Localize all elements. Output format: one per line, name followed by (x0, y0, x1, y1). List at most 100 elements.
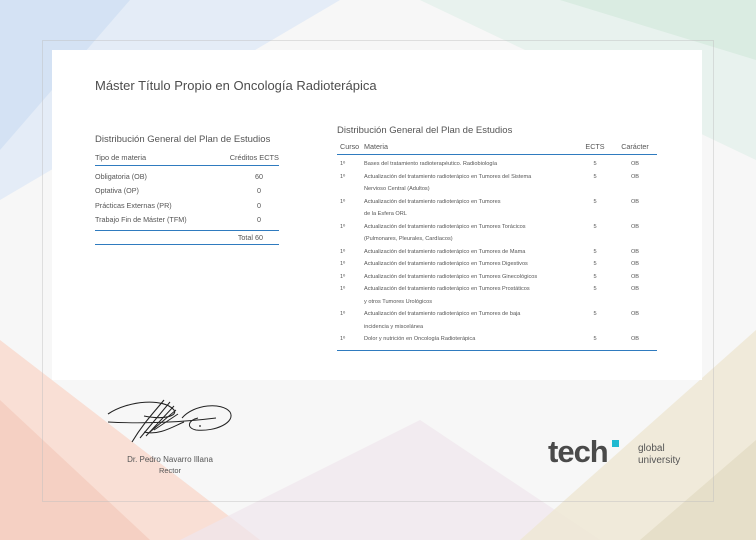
table-row: Prácticas Externas (PR) 0 (95, 198, 279, 213)
table-row: 1º Actualización del tratamiento radioter… (337, 308, 657, 333)
table-row: 1º Dolor y nutrición en Oncología Radiote… (337, 333, 657, 346)
table-row: 1º Bases del tratamiento radioterapéutico… (337, 158, 657, 171)
row-subject: Actualización del tratamiento radioteráp… (364, 171, 577, 196)
subject-line: Bases del tratamiento radioterapéutico. … (364, 161, 498, 167)
subject-line: Actualización del tratamiento radioteráp… (364, 311, 521, 317)
row-type: OB (630, 311, 640, 317)
row-type: OB (630, 248, 640, 255)
table-row: 1º Actualización del tratamiento radioter… (337, 171, 657, 196)
row-subject: Actualización del tratamiento radioteráp… (364, 196, 577, 221)
table-row: 1º Actualización del tratamiento radioter… (337, 246, 657, 259)
row-type: Optativa (OP) (95, 186, 139, 196)
row-ects: 5 (593, 248, 597, 255)
signatory-role: Rector (158, 466, 182, 475)
row-ects: 5 (593, 336, 597, 342)
row-subject: Actualización del tratamiento radioteráp… (364, 258, 577, 271)
row-credits: 0 (257, 186, 261, 196)
signatory-name: Dr. Pedro Navarro Illana (127, 455, 213, 464)
detail-table: Distribución General del Plan de Estudio… (337, 125, 657, 351)
logo-accent-mark (612, 440, 619, 447)
row-ects: 5 (593, 198, 597, 205)
row-subject: Bases del tratamiento radioterapéutico. … (364, 158, 577, 171)
subject-line: (Pulmonares, Pleurales, Cardíacos) (364, 236, 453, 242)
summary-table-header: Tipo de materia Créditos ECTS (95, 153, 279, 166)
row-ects: 5 (593, 273, 597, 280)
row-course: 1º (340, 223, 346, 230)
header-ects: ECTS (585, 142, 605, 151)
row-credits: 60 (255, 171, 263, 181)
logo-word: tech (548, 434, 608, 469)
signature-image (107, 399, 232, 443)
summary-table-title: Distribución General del Plan de Estudio… (95, 134, 271, 145)
subject-line: Actualización del tratamiento radioteráp… (364, 273, 538, 280)
row-type: OB (630, 198, 640, 205)
subject-line: Actualización del tratamiento radioteráp… (364, 261, 528, 267)
row-ects: 5 (593, 223, 597, 230)
subject-line: Actualización del tratamiento radioteráp… (364, 173, 532, 180)
row-course: 1º (340, 286, 346, 292)
row-course: 1º (340, 161, 346, 167)
document-title: Máster Título Propio en Oncología Radiot… (95, 78, 377, 93)
subject-line: Actualización del tratamiento radioteráp… (364, 198, 501, 205)
table-row: 1º Actualización del tratamiento radioter… (337, 221, 657, 246)
row-ects: 5 (593, 161, 597, 167)
row-type: Obligatoria (OB) (95, 171, 147, 181)
table-row: 1º Actualización del tratamiento radioter… (337, 258, 657, 271)
logo-line1: global (638, 443, 665, 454)
subject-line: Dolor y nutrición en Oncología Radioterá… (364, 336, 476, 342)
subject-line: Actualización del tratamiento radioteráp… (364, 248, 526, 255)
row-type: OB (630, 336, 640, 342)
header-type: Carácter (621, 142, 649, 151)
logo-line2: university (638, 455, 680, 466)
header-type: Tipo de materia (95, 153, 147, 162)
row-course: 1º (340, 273, 346, 280)
row-type: Prácticas Externas (PR) (95, 200, 172, 210)
row-credits: 0 (257, 200, 261, 210)
table-row: 1º Actualización del tratamiento radioter… (337, 196, 657, 221)
row-type: OB (630, 273, 640, 280)
summary-total: Total 60 (95, 230, 279, 245)
header-subject: Materia (364, 142, 388, 151)
header-course: Curso (340, 142, 360, 151)
row-type: OB (630, 161, 640, 167)
subject-line: Nervioso Central (Adultos) (364, 186, 430, 192)
row-course: 1º (340, 198, 346, 205)
row-type: OB (630, 173, 640, 180)
row-type: Trabajo Fin de Máster (TFM) (95, 215, 187, 225)
row-type: OB (630, 261, 640, 267)
row-course: 1º (340, 248, 346, 255)
summary-table: Distribución General del Plan de Estudio… (95, 134, 279, 245)
row-type: OB (630, 223, 640, 230)
subject-line: incidencia y miscelánea (364, 323, 424, 330)
detail-table-title: Distribución General del Plan de Estudio… (337, 125, 513, 136)
row-subject: Dolor y nutrición en Oncología Radioterá… (364, 333, 577, 346)
table-row: 1º Actualización del tratamiento radioter… (337, 283, 657, 308)
row-subject: Actualización del tratamiento radioteráp… (364, 308, 577, 333)
row-course: 1º (340, 336, 346, 342)
row-subject: Actualización del tratamiento radioteráp… (364, 271, 577, 284)
row-subject: Actualización del tratamiento radioteráp… (364, 221, 577, 246)
row-course: 1º (340, 261, 346, 267)
table-row: Obligatoria (OB) 60 (95, 169, 279, 184)
row-ects: 5 (593, 261, 597, 267)
row-type: OB (630, 286, 640, 292)
detail-table-header: Curso Materia ECTS Carácter (337, 142, 657, 155)
detail-table-body: 1º Bases del tratamiento radioterapéutico… (337, 158, 657, 346)
table-row: 1º Actualización del tratamiento radioter… (337, 271, 657, 284)
row-ects: 5 (593, 311, 597, 317)
subject-line: de la Esfera ORL (364, 211, 407, 217)
subject-line: Actualización del tratamiento radioteráp… (364, 286, 530, 292)
subject-line: y otros Tumores Urológicos (364, 298, 433, 305)
detail-table-bottom-rule (337, 346, 657, 351)
row-course: 1º (340, 173, 346, 180)
row-subject: Actualización del tratamiento radioteráp… (364, 283, 577, 308)
row-ects: 5 (593, 286, 597, 292)
table-row: Trabajo Fin de Máster (TFM) 0 (95, 213, 279, 228)
row-credits: 0 (257, 215, 261, 225)
subject-line: Actualización del tratamiento radioteráp… (364, 223, 526, 230)
table-row: Optativa (OP) 0 (95, 184, 279, 199)
tech-university-logo: tech global university (548, 434, 680, 469)
row-ects: 5 (593, 173, 597, 180)
row-subject: Actualización del tratamiento radioteráp… (364, 246, 577, 259)
row-course: 1º (340, 311, 346, 317)
